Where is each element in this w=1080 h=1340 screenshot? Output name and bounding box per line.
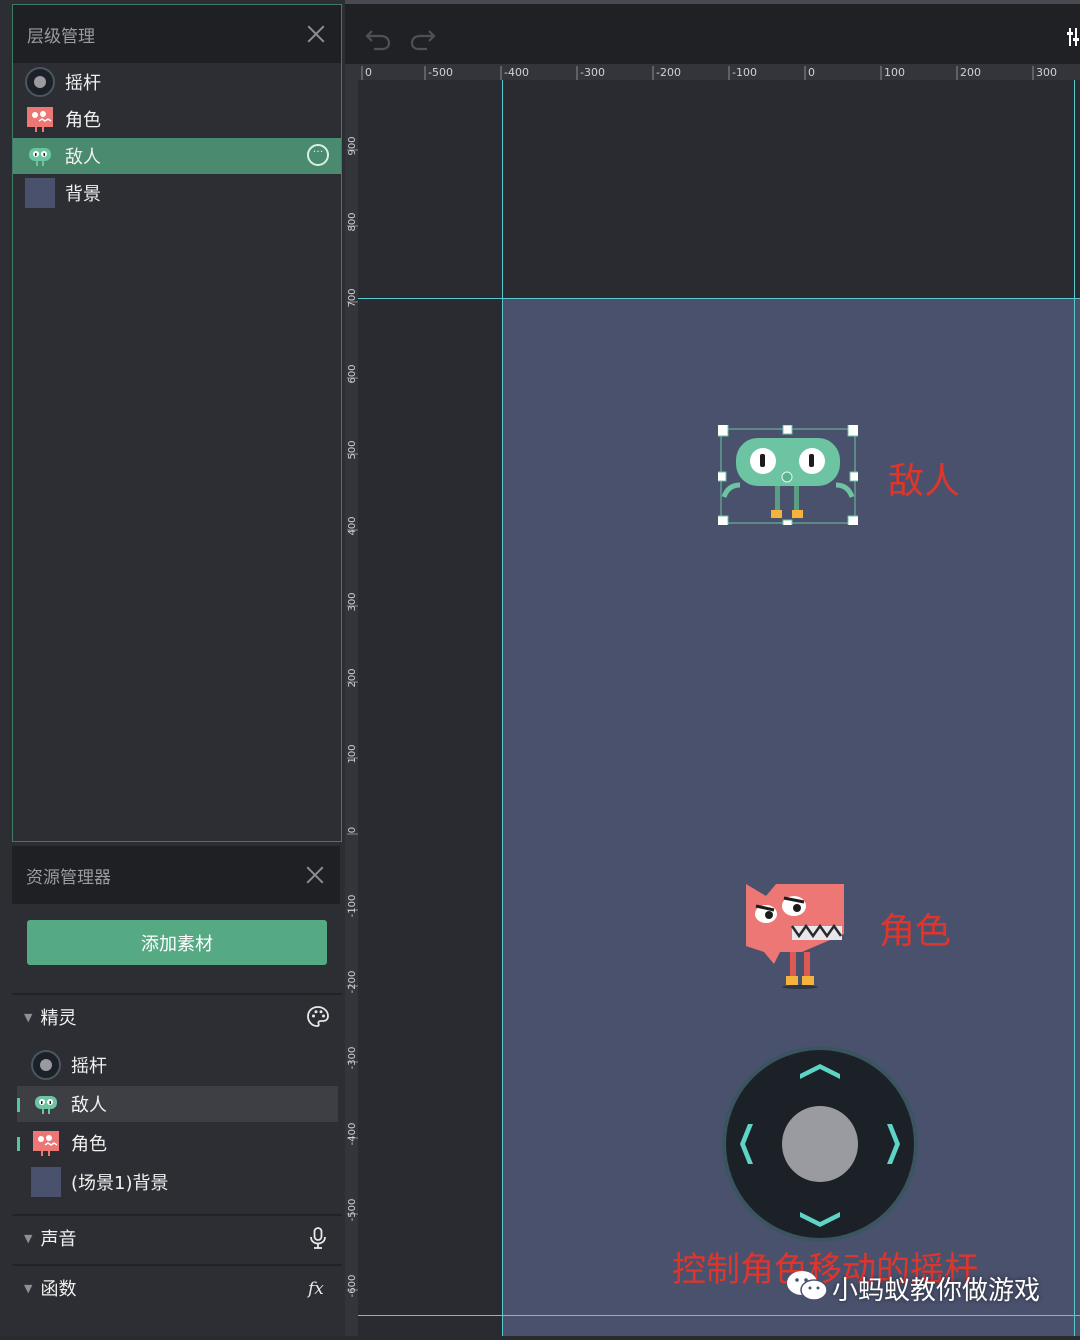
asset-panel-title: 资源管理器	[26, 867, 111, 888]
game-stage[interactable]: 敌人 角色 控制角色移动的摇杆 小蚂蚁教你做游戏	[502, 298, 1080, 1336]
ruler-tick-label: -100	[347, 895, 358, 918]
ruler-tick-label: 400	[347, 516, 358, 535]
layer-item-label: 摇杆	[65, 73, 101, 94]
more-options-icon[interactable]: ···	[307, 144, 329, 166]
ruler-tick-label: 200	[960, 66, 981, 79]
fx-icon[interactable]: fx	[306, 1276, 330, 1300]
collapse-triangle-icon[interactable]: ▼	[24, 1232, 32, 1245]
layer-item-background[interactable]: 背景	[13, 175, 341, 211]
ruler-tick-label: 800	[347, 212, 358, 231]
section-sprites[interactable]: ▼ 精灵	[12, 997, 342, 1037]
in-use-indicator	[17, 1098, 20, 1112]
ruler-tick-label: 600	[347, 364, 358, 383]
ruler-tick-label: -500	[428, 66, 453, 79]
asset-item-label: (场景1)背景	[71, 1173, 169, 1194]
layer-item-enemy[interactable]: 敌人 ···	[13, 138, 341, 174]
ruler-tick-label: -300	[580, 66, 605, 79]
red-monster-icon	[31, 1128, 61, 1158]
section-label: 精灵	[40, 1008, 77, 1029]
ruler-tick-label: 100	[347, 744, 358, 763]
character-annotation: 角色	[879, 911, 952, 952]
ruler-tick-label: 100	[884, 66, 905, 79]
stage-bottom-guide	[358, 1315, 1080, 1316]
joystick-sprite[interactable]	[720, 1044, 920, 1244]
stage-right-guide	[1074, 80, 1075, 1336]
vertical-ruler: 900 800 700 600 500 400 300 200 100 0 -100 -200 -300…	[345, 80, 358, 1336]
enemy-sprite[interactable]	[713, 421, 863, 531]
add-asset-button[interactable]: 添加素材	[27, 920, 327, 965]
ruler-tick-label: -600	[347, 1275, 358, 1298]
joystick-icon	[31, 1050, 61, 1080]
ruler-tick-label: 300	[1036, 66, 1057, 79]
asset-item-enemy[interactable]: 敌人	[17, 1086, 338, 1122]
layer-item-character[interactable]: 角色	[13, 101, 341, 137]
wechat-logo-icon	[785, 1268, 831, 1304]
asset-panel-header: 资源管理器	[12, 846, 340, 904]
asset-item-label: 角色	[71, 1134, 107, 1155]
close-icon[interactable]	[304, 864, 326, 886]
asset-item-label: 摇杆	[71, 1056, 107, 1077]
joystick-icon	[25, 67, 55, 97]
layer-panel-title: 层级管理	[27, 26, 95, 47]
divider	[12, 1214, 342, 1216]
stage-left-guide	[502, 80, 503, 1336]
ruler-tick-label: -500	[347, 1199, 358, 1222]
section-label: 函数	[40, 1279, 77, 1300]
ruler-tick-label: 200	[347, 668, 358, 687]
watermark-text: 小蚂蚁教你做游戏	[832, 1276, 1041, 1306]
ruler-tick-label: 900	[347, 136, 358, 155]
layer-item-label: 敌人	[65, 147, 101, 168]
redo-icon[interactable]	[408, 22, 438, 52]
ruler-tick-label: 700	[347, 288, 358, 307]
ruler-tick-label: -400	[347, 1123, 358, 1146]
enemy-annotation: 敌人	[888, 461, 961, 502]
asset-item-label: 敌人	[71, 1095, 107, 1116]
svg-text:fx: fx	[306, 1279, 324, 1299]
green-monster-icon	[31, 1089, 61, 1119]
ruler-tick-label: -200	[656, 66, 681, 79]
layer-panel-header: 层级管理	[13, 5, 341, 63]
ruler-tick-label: -400	[504, 66, 529, 79]
stage-top-guide	[358, 298, 1080, 299]
left-sidebar: 层级管理 摇杆 角色 敌人 ··· 背景 资源管理器 添加素材 ▼ 精灵 摇杆 …	[0, 0, 345, 1336]
layer-panel: 层级管理 摇杆 角色 敌人 ··· 背景	[12, 4, 342, 842]
ruler-tick-label: -200	[347, 971, 358, 994]
background-swatch-icon	[31, 1167, 61, 1197]
asset-item-character[interactable]: 角色	[17, 1125, 338, 1161]
settings-sliders-icon[interactable]	[1067, 22, 1080, 52]
ruler-tick-label: 0	[347, 827, 358, 833]
divider	[12, 1264, 342, 1266]
ruler-tick-label: 500	[347, 440, 358, 459]
horizontal-ruler: 0 -500 -400 -300 -200 -100 0 100 200 300	[345, 64, 1080, 80]
in-use-indicator	[17, 1137, 20, 1151]
red-monster-icon	[25, 104, 55, 134]
character-sprite[interactable]	[744, 884, 846, 990]
ruler-tick-label: 300	[347, 592, 358, 611]
divider	[12, 993, 342, 995]
layer-item-label: 背景	[65, 184, 101, 205]
layer-item-joystick[interactable]: 摇杆	[13, 64, 341, 100]
section-functions[interactable]: ▼ 函数 fx	[12, 1268, 342, 1308]
ruler-tick-label: 0	[808, 66, 815, 79]
section-label: 声音	[40, 1229, 77, 1250]
layer-item-label: 角色	[65, 110, 101, 131]
asset-item-joystick[interactable]: 摇杆	[17, 1047, 338, 1083]
canvas-toolbar	[345, 0, 1080, 64]
collapse-triangle-icon[interactable]: ▼	[24, 1011, 32, 1024]
palette-icon[interactable]	[306, 1005, 330, 1029]
green-monster-icon	[25, 141, 55, 171]
background-swatch-icon	[25, 178, 55, 208]
asset-item-background[interactable]: (场景1)背景	[17, 1164, 338, 1200]
close-icon[interactable]	[305, 23, 327, 45]
section-sound[interactable]: ▼ 声音	[12, 1218, 342, 1258]
ruler-tick-label: 0	[365, 66, 372, 79]
ruler-tick-label: -300	[347, 1047, 358, 1070]
collapse-triangle-icon[interactable]: ▼	[24, 1282, 32, 1295]
undo-icon[interactable]	[363, 22, 393, 52]
asset-panel: 资源管理器 添加素材 ▼ 精灵 摇杆 敌人 角色 (场景1)背景 ▼ 声音 ▼ …	[12, 844, 342, 1336]
ruler-tick-label: -100	[732, 66, 757, 79]
microphone-icon[interactable]	[306, 1226, 330, 1250]
